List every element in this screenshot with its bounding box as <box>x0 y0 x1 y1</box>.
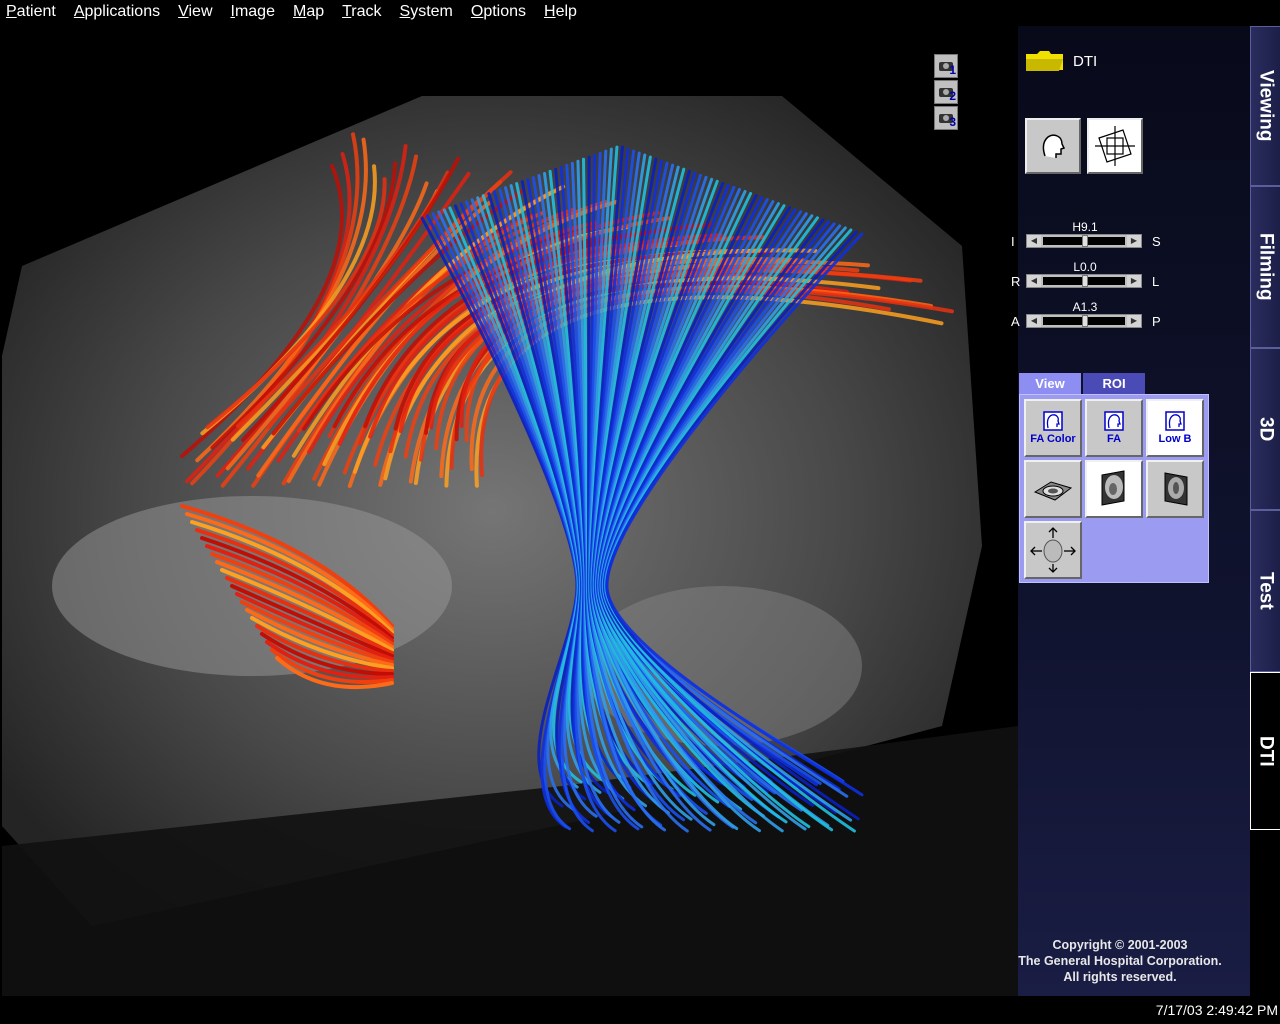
button-label: Low B <box>1158 433 1192 445</box>
head-icon <box>1104 411 1124 431</box>
tab-3d[interactable]: 3D <box>1250 348 1280 510</box>
slider-track[interactable]: ◀ ▶ <box>1026 314 1142 328</box>
tool-body: FA Color FA Low B <box>1019 394 1209 583</box>
folder-icon <box>1026 51 1063 71</box>
copyright-line: The General Hospital Corporation. <box>1018 954 1222 968</box>
tab-filming[interactable]: Filming <box>1250 186 1280 348</box>
tab-roi[interactable]: ROI <box>1083 373 1145 394</box>
rotate-head-icon <box>1030 527 1076 573</box>
tab-label: Test <box>1255 572 1277 610</box>
slider-value: H9.1 <box>1072 220 1098 234</box>
camera-button-1[interactable]: 1 <box>934 54 958 78</box>
slider-thumb[interactable] <box>1082 235 1088 247</box>
menu-image[interactable]: Image <box>231 3 275 21</box>
copyright-line: Copyright © 2001-2003 <box>1052 938 1188 952</box>
low-b-button[interactable]: Low B <box>1146 399 1204 457</box>
slider-left-label: A <box>1011 314 1020 329</box>
slider-track[interactable]: ◀ ▶ <box>1026 234 1142 248</box>
slider-track[interactable]: ◀ ▶ <box>1026 274 1142 288</box>
datetime: 7/17/03 2:49:42 PM <box>1155 1002 1278 1018</box>
tab-label: Filming <box>1255 233 1277 301</box>
camera-button-2[interactable]: 2 <box>934 80 958 104</box>
coronal-slice-icon <box>1164 472 1188 506</box>
menu-view[interactable]: View <box>178 3 212 21</box>
coronal-slice-button[interactable] <box>1146 460 1204 518</box>
head-view-button[interactable] <box>1025 118 1081 174</box>
slider-rl: L0.0 R ◀ ▶ L <box>1010 260 1160 290</box>
3d-viewport[interactable]: 1 2 3 <box>2 26 1018 996</box>
camera-number: 3 <box>949 115 956 129</box>
tab-dti[interactable]: DTI <box>1250 672 1280 830</box>
fa-color-button[interactable]: FA Color <box>1024 399 1082 457</box>
slider-right-arrow-icon[interactable]: ▶ <box>1127 275 1141 287</box>
menu-map[interactable]: Map <box>293 3 324 21</box>
slider-right-label: P <box>1152 314 1161 329</box>
slider-thumb[interactable] <box>1082 315 1088 327</box>
slider-left-arrow-icon[interactable]: ◀ <box>1027 315 1041 327</box>
slider-right-arrow-icon[interactable]: ▶ <box>1127 315 1141 327</box>
axial-slice-icon <box>1033 481 1073 501</box>
slider-left-label: I <box>1011 234 1015 249</box>
slider-value: A1.3 <box>1072 300 1098 314</box>
tab-test[interactable]: Test <box>1250 510 1280 672</box>
status-bar: 7/17/03 2:49:42 PM <box>0 996 1280 1024</box>
slider-right-label: S <box>1152 234 1161 249</box>
slider-left-arrow-icon[interactable]: ◀ <box>1027 275 1041 287</box>
menu-options[interactable]: Options <box>471 3 526 21</box>
camera-button-3[interactable]: 3 <box>934 106 958 130</box>
menu-system[interactable]: System <box>400 3 453 21</box>
menu-applications[interactable]: Applications <box>74 3 160 21</box>
slider-right-label: L <box>1152 274 1160 289</box>
sagittal-slice-button[interactable] <box>1085 460 1143 518</box>
camera-button-group: 1 2 3 <box>934 54 958 132</box>
copyright-line: All rights reserved. <box>1063 970 1177 984</box>
tab-viewing[interactable]: Viewing <box>1250 26 1280 186</box>
tab-label: 3D <box>1255 416 1277 442</box>
tab-label: Viewing <box>1255 70 1277 142</box>
slider-ap: A1.3 A ◀ ▶ P <box>1010 300 1161 330</box>
folder-label: DTI <box>1073 52 1098 70</box>
slider-thumb[interactable] <box>1082 275 1088 287</box>
rotate-head-button[interactable] <box>1024 521 1082 579</box>
side-tab-strip: Viewing Filming 3D Test DTI <box>1250 26 1280 996</box>
plane-view-button[interactable] <box>1087 118 1143 174</box>
head-icon <box>1165 411 1185 431</box>
camera-number: 2 <box>949 89 956 103</box>
head-icon <box>1043 411 1063 431</box>
tool-panel: View ROI FA Color FA Low B <box>1019 373 1209 583</box>
head-outline-icon <box>1042 134 1066 158</box>
camera-number: 1 <box>949 63 956 77</box>
slider-is: H9.1 I ◀ ▶ S <box>1010 220 1161 250</box>
tab-label: DTI <box>1255 735 1277 767</box>
menu-patient[interactable]: Patient <box>6 3 56 21</box>
slider-value: L0.0 <box>1073 260 1097 274</box>
menu-bar: Patient Applications View Image Map Trac… <box>0 0 1280 24</box>
fa-button[interactable]: FA <box>1085 399 1143 457</box>
axial-slice-button[interactable] <box>1024 460 1082 518</box>
button-label: FA <box>1106 433 1122 445</box>
plane-intersect-icon <box>1095 126 1135 166</box>
tool-tabs: View ROI <box>1019 373 1209 394</box>
sagittal-slice-icon <box>1101 470 1125 506</box>
menu-track[interactable]: Track <box>342 3 381 21</box>
slider-left-arrow-icon[interactable]: ◀ <box>1027 235 1041 247</box>
tractography-render <box>2 96 1018 996</box>
dataset-folder[interactable]: DTI <box>1025 50 1097 72</box>
menu-help[interactable]: Help <box>544 3 577 21</box>
button-label: FA Color <box>1030 433 1076 445</box>
slider-left-label: R <box>1011 274 1021 289</box>
tab-view[interactable]: View <box>1019 373 1081 394</box>
copyright-notice: Copyright © 2001-2003 The General Hospit… <box>1004 937 1236 985</box>
slider-right-arrow-icon[interactable]: ▶ <box>1127 235 1141 247</box>
